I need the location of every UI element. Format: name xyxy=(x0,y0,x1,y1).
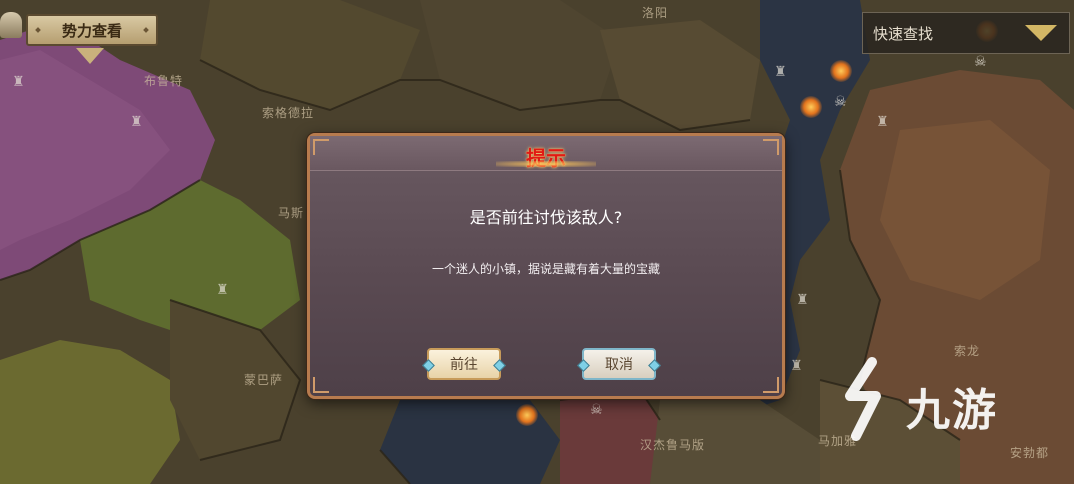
dialog-header: 提示 xyxy=(310,136,782,171)
gem-ornament xyxy=(577,359,590,372)
confirm-dialog: 提示 是否前往讨伐该敌人? 一个迷人的小镇，据说是藏有着大量的宝藏 前往 取消 xyxy=(307,133,785,399)
jiuyou-watermark: 九游 xyxy=(832,356,1052,442)
dialog-question: 是否前往讨伐该敌人? xyxy=(469,208,623,227)
gem-ornament xyxy=(648,359,661,372)
dialog-corner-ornament xyxy=(313,139,329,155)
dialog-corner-ornament xyxy=(763,139,779,155)
go-button[interactable]: 前往 xyxy=(422,348,506,380)
go-button-label: 前往 xyxy=(450,357,478,373)
jiuyou-logo-icon xyxy=(845,357,881,441)
dialog-corner-ornament xyxy=(313,377,329,393)
title-glow xyxy=(496,161,596,167)
cancel-button[interactable]: 取消 xyxy=(577,348,661,380)
dialog-description: 一个迷人的小镇，据说是藏有着大量的宝藏 xyxy=(431,262,660,276)
gem-ornament xyxy=(422,359,435,372)
cancel-button-label: 取消 xyxy=(605,357,633,373)
gem-ornament xyxy=(493,359,506,372)
watermark-text: 九游 xyxy=(906,385,998,436)
dialog-corner-ornament xyxy=(763,377,779,393)
